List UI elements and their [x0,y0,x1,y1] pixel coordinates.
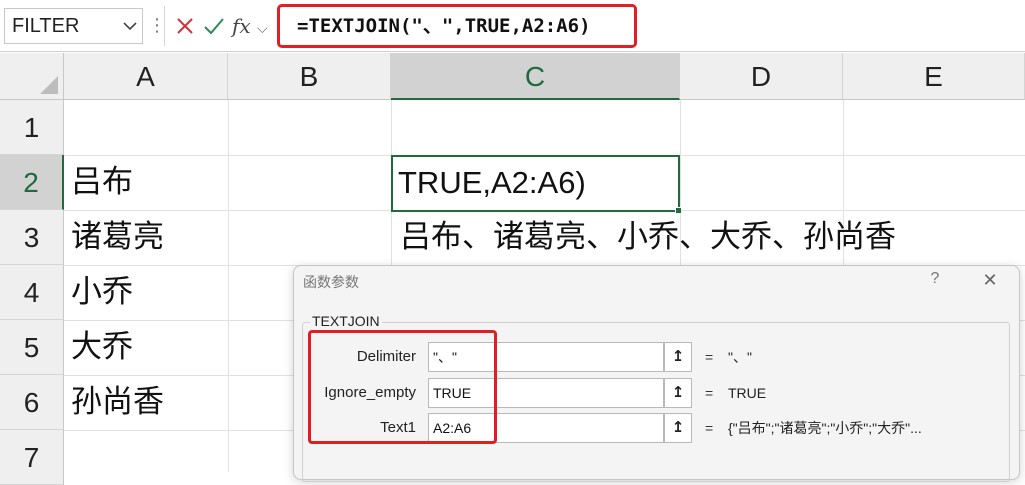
column-header-c[interactable]: C [391,53,680,100]
fx-chevron-icon: ⌵ [257,21,268,37]
row-header-2[interactable]: 2 [0,155,64,210]
collapse-dialog-icon[interactable]: ↥ [664,378,692,408]
enter-check-icon[interactable] [200,10,228,42]
cell-c3[interactable]: 吕布、诸葛亮、小乔、大乔、孙尚香 [393,210,1023,265]
gridline [228,100,229,472]
arg-result-delimiter: "、" [728,349,752,365]
close-icon[interactable]: ✕ [980,270,1000,291]
row-header-6[interactable]: 6 [0,375,64,430]
argument-labels-highlight [308,330,497,444]
arg-result-ignore-empty: TRUE [728,385,767,401]
more-options-icon: ⋮ [148,15,166,35]
row-header-4[interactable]: 4 [0,265,64,320]
cell-a6[interactable]: 孙尚香 [64,375,228,430]
column-header-a[interactable]: A [64,53,228,100]
row-header-7[interactable]: 7 [0,430,64,485]
dialog-title: 函数参数 [303,274,359,290]
help-icon[interactable]: ? [925,270,945,288]
collapse-dialog-icon[interactable]: ↥ [664,342,692,372]
chevron-down-icon[interactable] [118,8,142,44]
cell-a5[interactable]: 大乔 [64,320,228,375]
formula-input[interactable]: =TEXTJOIN("、",TRUE,A2:A6) [277,4,637,48]
select-all-triangle-icon [40,76,58,94]
fx-label: fx [232,14,251,38]
column-header-e[interactable]: E [843,53,1025,100]
collapse-dialog-icon[interactable]: ↥ [664,413,692,443]
arg-equals: = [705,385,714,401]
cell-a2[interactable]: 吕布 [64,155,228,210]
arg-result-text1: {"吕布";"诸葛亮";"小乔";"大乔"... [728,420,922,436]
function-name-label: TEXTJOIN [310,313,382,329]
row-header-5[interactable]: 5 [0,320,64,375]
cell-a4[interactable]: 小乔 [64,265,228,320]
cancel-icon[interactable] [172,10,198,42]
row-header-1[interactable]: 1 [0,100,64,155]
row-header-3[interactable]: 3 [0,210,64,265]
column-header-d[interactable]: D [680,53,843,100]
column-header-b[interactable]: B [228,53,391,100]
active-cell-c2[interactable]: TRUE,A2:A6) [391,155,680,212]
formula-bar-divider [164,6,165,46]
arg-equals: = [705,420,714,436]
insert-function-icon[interactable]: fx ⌵ [232,8,272,44]
cell-a3[interactable]: 诸葛亮 [64,210,228,265]
arg-equals: = [705,349,714,365]
